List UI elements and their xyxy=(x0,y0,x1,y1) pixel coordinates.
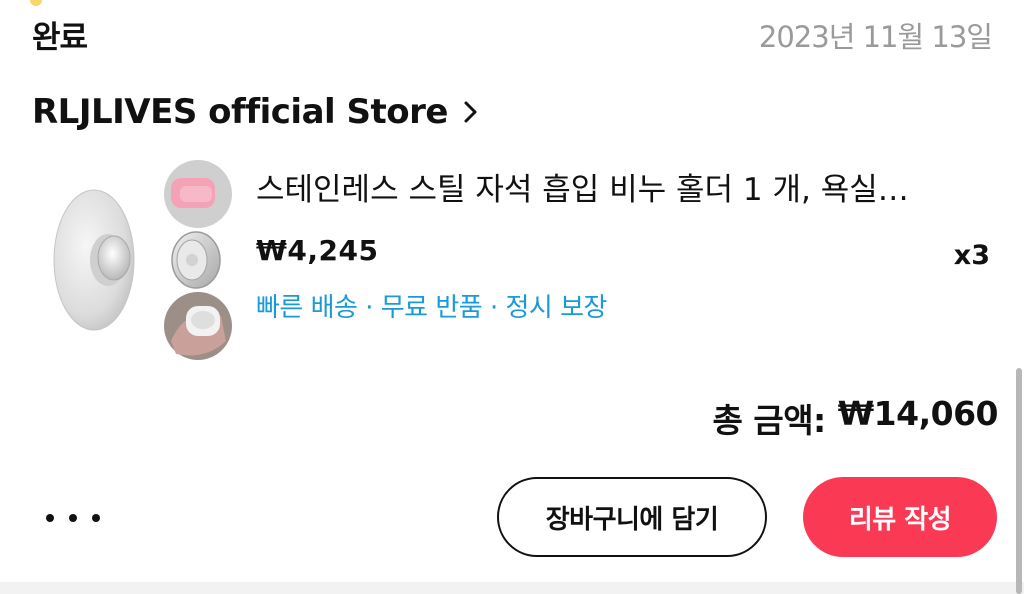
total-label: 총 금액: xyxy=(712,401,826,440)
status-dot-icon xyxy=(30,0,42,6)
write-review-button[interactable]: 리뷰 작성 xyxy=(803,477,997,557)
total-value: ₩14,060 xyxy=(837,394,999,433)
dot xyxy=(92,514,100,522)
store-link[interactable]: RLJLIVES official Store xyxy=(32,92,482,132)
delivery-benefits: 빠른 배송 · 무료 반품 · 정시 보장 xyxy=(256,293,607,323)
dot xyxy=(46,514,54,522)
order-total: 총 금액: ₩14,060 xyxy=(712,394,998,442)
order-date: 2023년 11월 13일 xyxy=(758,20,993,54)
product-title[interactable]: 스테인레스 스틸 자석 흡입 비누 홀더 1 개, 욕실… xyxy=(256,164,966,209)
scrollbar[interactable] xyxy=(1016,368,1022,594)
order-status: 완료 xyxy=(32,20,88,56)
dot xyxy=(69,514,77,522)
add-to-cart-button[interactable]: 장바구니에 담기 xyxy=(497,477,767,557)
product-price: ₩4,245 xyxy=(256,234,379,267)
product-image[interactable] xyxy=(46,156,242,362)
more-dots-icon[interactable] xyxy=(46,500,100,536)
product-quantity: x3 xyxy=(953,240,990,271)
store-name: RLJLIVES official Store xyxy=(32,92,448,132)
section-divider xyxy=(0,582,1024,594)
order-item-card: 완료 2023년 11월 13일 RLJLIVES official Store xyxy=(0,0,1024,594)
chevron-right-icon xyxy=(464,101,477,123)
